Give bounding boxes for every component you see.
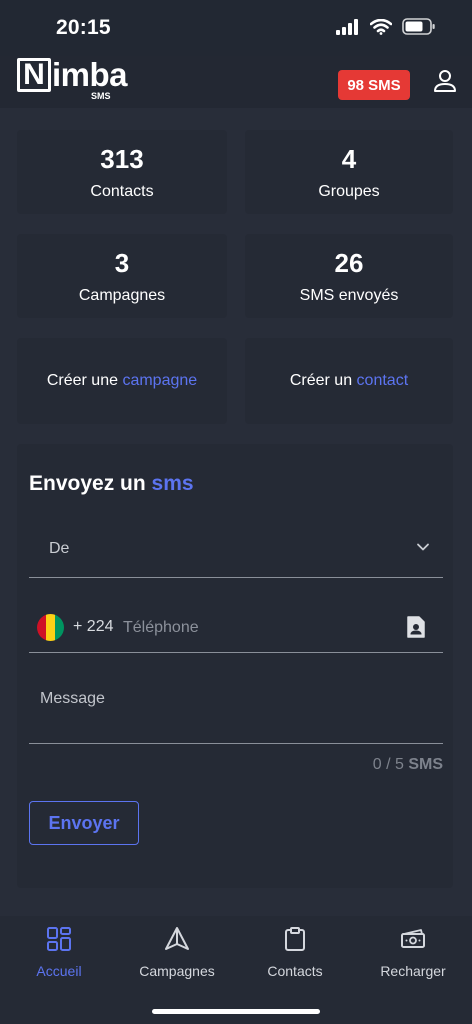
logo-subtext: SMS (91, 91, 111, 101)
phone-input[interactable]: Téléphone (123, 619, 199, 637)
stat-label: SMS envoyés (299, 286, 399, 304)
stat-card-campaigns[interactable]: 3 Campagnes (17, 234, 227, 318)
screen: 20:15 N imba SMS 98 SMS 313 Contacts 4 G… (0, 0, 472, 1024)
stat-card-contacts[interactable]: 313 Contacts (17, 130, 227, 214)
dashboard-icon (47, 927, 71, 951)
send-sms-title-prefix: Envoyez un (29, 472, 152, 495)
status-time: 20:15 (56, 16, 111, 39)
main-content: 313 Contacts 4 Groupes 3 Campagnes 26 SM… (0, 108, 472, 916)
app-header: N imba SMS 98 SMS (0, 56, 472, 108)
nav-label: Recharger (380, 963, 446, 979)
send-sms-title: Envoyez un sms (29, 472, 194, 496)
nav-item-campaigns[interactable]: Campagnes (118, 926, 236, 979)
nimba-logo: N imba (17, 56, 128, 102)
nav-label: Contacts (267, 963, 323, 979)
contact-picker-icon[interactable] (406, 615, 426, 639)
sender-select-value: De (49, 540, 70, 557)
create-contact-link[interactable]: Créer un contact (290, 372, 408, 390)
stat-value: 4 (341, 143, 357, 174)
stat-value: 313 (100, 143, 144, 174)
create-contact-prefix: Créer un (289, 372, 357, 389)
stat-label: Contacts (90, 182, 154, 200)
stat-card-groups[interactable]: 4 Groupes (245, 130, 453, 214)
create-campaign-card[interactable]: Créer une campagne (17, 338, 227, 424)
wifi-icon (370, 18, 392, 35)
message-underline (29, 743, 443, 744)
create-campaign-link[interactable]: Créer une campagne (47, 372, 197, 390)
create-campaign-accent[interactable]: campagne (122, 372, 197, 389)
sms-balance-badge[interactable]: 98 SMS (338, 70, 410, 100)
nav-label: Campagnes (139, 963, 215, 979)
stat-label: Campagnes (78, 286, 166, 304)
phone-underline (29, 652, 443, 653)
nav-label: Accueil (36, 963, 82, 979)
clipboard-icon (285, 927, 305, 951)
create-contact-card[interactable]: Créer un contact (245, 338, 453, 424)
stat-label: Groupes (318, 182, 380, 200)
chevron-down-icon[interactable] (416, 540, 430, 554)
home-indicator (152, 1009, 320, 1014)
create-contact-accent[interactable]: contact (357, 372, 409, 389)
status-icons (336, 18, 436, 35)
stat-value: 3 (114, 247, 130, 278)
send-icon (165, 927, 189, 950)
battery-icon (402, 18, 435, 35)
nav-item-contacts[interactable]: Contacts (236, 926, 354, 979)
sender-select-underline (29, 577, 443, 578)
sms-counter-value: 0 / 5 (372, 756, 404, 773)
user-icon[interactable] (432, 68, 458, 94)
logo-initial: N (17, 58, 51, 92)
stat-card-sms-sent[interactable]: 26 SMS envoyés (245, 234, 453, 318)
send-sms-panel: Envoyez un sms De + 224 Téléphone Messag… (17, 444, 453, 888)
status-bar: 20:15 (0, 0, 472, 56)
money-icon (401, 929, 425, 948)
nav-item-recharge[interactable]: Recharger (354, 926, 472, 979)
bottom-nav: Accueil Campagnes Contacts Recharger (0, 916, 472, 1024)
logo-text: imba (52, 56, 128, 93)
nav-item-home[interactable]: Accueil (0, 926, 118, 979)
guinea-flag-icon[interactable] (37, 614, 64, 641)
stat-value: 26 (334, 247, 364, 278)
message-input[interactable]: Message (40, 690, 105, 708)
sender-select[interactable] (29, 524, 443, 578)
create-campaign-prefix: Créer une (46, 372, 123, 389)
send-button[interactable]: Envoyer (29, 801, 139, 845)
sms-counter-unit: SMS (408, 756, 443, 773)
send-sms-title-accent: sms (151, 472, 194, 495)
sms-counter: 0 / 5 SMS (373, 756, 443, 774)
signal-icon (336, 18, 358, 35)
country-code[interactable]: + 224 (73, 618, 113, 636)
